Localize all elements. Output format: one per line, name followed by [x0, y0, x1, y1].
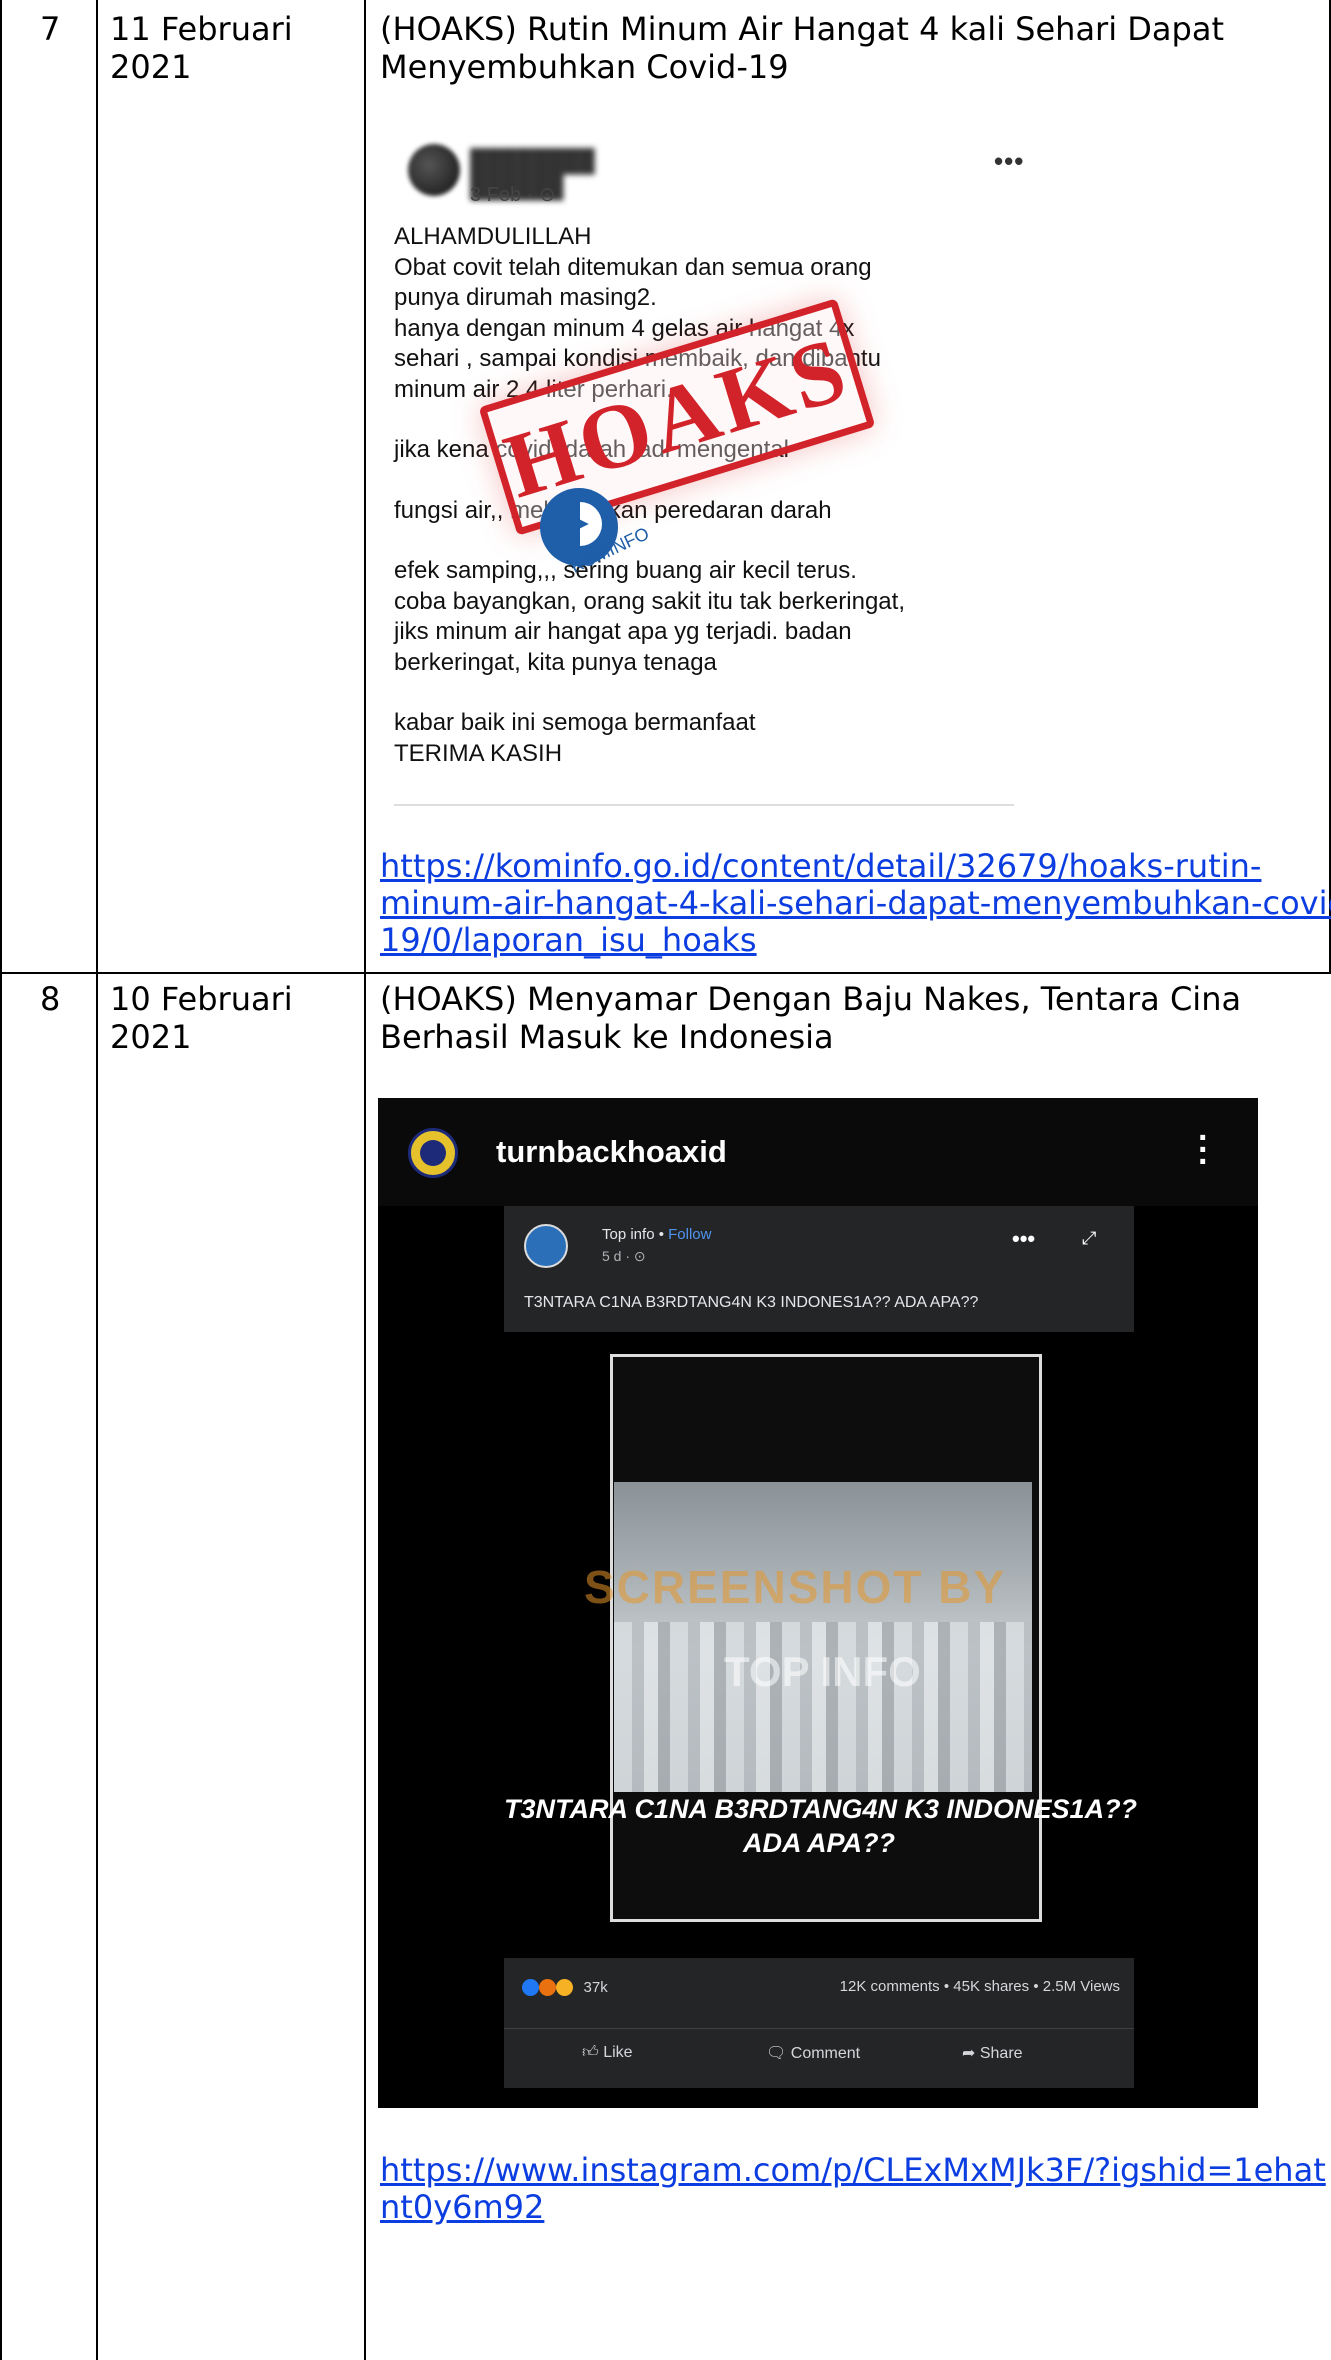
title-line: Menyembuhkan Covid-19 [380, 48, 789, 86]
instagram-post-screenshot: turnbackhoaxid · · · Top info • Follow 5 d… [378, 1098, 1258, 2108]
watermark-screenshot: SCREENSHOT BY [584, 1561, 1007, 1613]
embedded-facebook-post: Top info • Follow 5 d · ⊙ ••• ⤢ T3NTARA … [504, 1206, 1138, 2088]
like-label: Like [603, 2044, 633, 2061]
kebab-menu-icon: · · · [1198, 1119, 1210, 1181]
video-frame: SCREENSHOT BY TOP INFO T3NTARA C1NA B3RD… [504, 1332, 1138, 1958]
source-link[interactable]: https://kominfo.go.id/content/detail/326… [380, 848, 1331, 959]
post-body: ALHAMDULILLAH Obat covit telah ditemukan… [394, 222, 1034, 769]
post-line: TERIMA KASIH [394, 739, 563, 767]
date-line: 10 Februari [110, 980, 293, 1018]
follow-link: Follow [668, 1226, 712, 1243]
link-line[interactable]: 19/0/laporan_isu_hoaks [380, 922, 1331, 959]
crowd-photo [614, 1482, 1032, 1792]
row-number: 8 [40, 980, 61, 1018]
watermark-topinfo: TOP INFO [724, 1648, 921, 1695]
link-line[interactable]: https://kominfo.go.id/content/detail/326… [380, 848, 1331, 885]
reactions: 37k [522, 1978, 608, 1996]
date-line: 2021 [110, 48, 192, 86]
title-line: (HOAKS) Rutin Minum Air Hangat 4 kali Se… [380, 10, 1224, 48]
share-label: Share [979, 2045, 1023, 2062]
avatar [408, 144, 460, 196]
post-line: coba bayangkan, orang sakit itu tak berk… [394, 587, 905, 615]
post-line: Obat covit telah ditemukan dan semua ora… [394, 253, 872, 281]
wow-reaction-icon [556, 1978, 574, 1996]
turnbackhoax-logo-icon [408, 1128, 458, 1178]
bottom-bar [378, 2088, 1258, 2108]
post-line: punya dirumah masing2. [394, 284, 657, 311]
row-number: 7 [40, 10, 61, 48]
date-line: 2021 [110, 1018, 192, 1056]
video-title: T3NTARA C1NA B3RDTANG4N K3 INDONES1A?? A… [504, 1792, 1138, 1860]
post-line: efek samping,,, sering buang air kecil t… [394, 557, 857, 584]
table-border-col2 [364, 0, 366, 2360]
title-line: (HOAKS) Menyamar Dengan Baju Nakes, Tent… [380, 980, 1242, 1018]
ig-header: turnbackhoaxid · · · [378, 1098, 1258, 1206]
engagement-stats: 12K comments • 45K shares • 2.5M Views [839, 1978, 1120, 1995]
comment-button: 🗨︎ Comment [766, 2043, 860, 2063]
link-line[interactable]: https://www.instagram.com/p/CLExMxMJk3F/… [380, 2152, 1326, 2189]
source-link[interactable]: https://www.instagram.com/p/CLExMxMJk3F/… [380, 2152, 1326, 2226]
blurred-author-name: ████████ ██████ [470, 148, 595, 199]
row-title: (HOAKS) Menyamar Dengan Baju Nakes, Tent… [380, 980, 1241, 1056]
ellipsis-icon: ••• [994, 146, 1025, 176]
link-line[interactable]: nt0y6m92 [380, 2189, 1326, 2226]
row-title: (HOAKS) Rutin Minum Air Hangat 4 kali Se… [380, 10, 1224, 86]
like-button: 👍︎ Like [582, 2043, 633, 2062]
link-line[interactable]: minum-air-hangat-4-kali-sehari-dapat-men… [380, 885, 1331, 922]
account-name: turnbackhoaxid [496, 1134, 727, 1169]
post-line: ALHAMDULILLAH [394, 223, 592, 250]
table-border-left [0, 0, 2, 2360]
share-icon: ➦ [962, 2045, 976, 2062]
divider [394, 804, 1014, 806]
video-title-line: T3NTARA C1NA B3RDTANG4N K3 INDONES1A?? [504, 1794, 1138, 1824]
post-line: jiks minum air hangat apa yg terjadi. ba… [394, 618, 852, 645]
table-row-divider [0, 972, 1331, 974]
post-line: berkeringat, kita punya tenaga [394, 648, 717, 676]
post-time: 5 d · ⊙ [602, 1248, 646, 1264]
page-name-text: Top info [602, 1226, 655, 1243]
page-name: Top info • Follow [602, 1226, 712, 1243]
comment-icon: 🗨︎ [766, 2045, 787, 2062]
post-line [394, 678, 1034, 708]
title-line: Berhasil Masuk ke Indonesia [380, 1018, 834, 1056]
post-caption: T3NTARA C1NA B3RDTANG4N K3 INDONES1A?? A… [524, 1294, 979, 1311]
video-title-line: ADA APA?? [743, 1828, 895, 1858]
post-line: kabar baik ini semoga bermanfaat [394, 709, 756, 736]
hoax-report-table: 7 11 Februari 2021 (HOAKS) Rutin Minum A… [0, 0, 1331, 2360]
like-reaction-icon [522, 1978, 539, 1996]
comment-label: Comment [790, 2045, 861, 2062]
share-button: ➦ Share [962, 2043, 1023, 2063]
thumbs-up-icon: 👍︎ [582, 2044, 599, 2061]
ellipsis-icon: ••• [1012, 1226, 1036, 1251]
page-avatar [524, 1224, 568, 1268]
row-date: 11 Februari 2021 [110, 10, 293, 86]
reaction-count: 37k [583, 1978, 608, 1996]
post-time: 3 Feb · ⊙ [470, 184, 556, 206]
angry-reaction-icon [539, 1978, 557, 1996]
post-actions: 👍︎ Like 🗨︎ Comment ➦ Share [504, 2028, 1134, 2081]
expand-icon: ⤢ [1082, 1228, 1097, 1248]
table-border-col1 [96, 0, 98, 2360]
post-line [394, 526, 1034, 556]
post-line: fungsi air,, melancarkan peredaran darah [394, 496, 832, 524]
row-date: 10 Februari 2021 [110, 980, 293, 1056]
date-line: 11 Februari [110, 10, 293, 48]
